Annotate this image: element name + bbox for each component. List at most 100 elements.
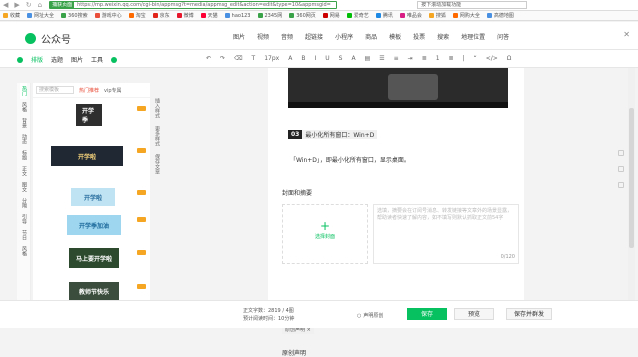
template-card[interactable]: 开学啦 <box>51 146 123 166</box>
tab-tools[interactable]: 工具 <box>91 55 103 64</box>
reload-icon[interactable]: ↻ <box>23 0 35 11</box>
template-card[interactable]: 开学啦 <box>71 188 115 206</box>
format-tool-button[interactable]: S <box>339 55 343 62</box>
category-item[interactable]: 风格 <box>20 99 27 115</box>
bookmark-item[interactable]: 腾讯 <box>375 12 393 19</box>
category-item[interactable]: 风格 <box>20 243 27 259</box>
format-tool-button[interactable]: Ω <box>507 55 512 62</box>
bookmark-item[interactable]: 高德地图 <box>486 12 514 19</box>
bookmark-item[interactable]: 收藏 <box>3 12 20 19</box>
format-tool-button[interactable]: ↶ <box>206 55 211 62</box>
category-item[interactable]: 引导 <box>20 211 27 227</box>
insert-menu-item[interactable]: 商品 <box>365 32 377 41</box>
save-button[interactable]: 保存 <box>407 308 447 320</box>
insert-menu-item[interactable]: 问答 <box>497 32 509 41</box>
editor-area[interactable]: 03 最小化所有窗口：Win+D 「Win+D」，即最小化所有窗口，显示桌面。 … <box>268 68 524 357</box>
bookmark-item[interactable]: 唯品会 <box>399 12 422 19</box>
bookmark-item[interactable]: 2345网 <box>257 12 282 19</box>
format-tool-button[interactable]: B <box>301 55 305 62</box>
format-tool-button[interactable]: ≣ <box>449 55 454 62</box>
address-bar[interactable]: 捕获页面 https://mp.weixin.qq.com/cgi-bin/ap… <box>49 1 338 9</box>
format-tool-button[interactable]: A <box>351 55 355 62</box>
back-icon[interactable]: ◀ <box>0 0 11 11</box>
format-tool-button[interactable]: ☰ <box>379 55 384 62</box>
category-item[interactable]: 热门 <box>20 83 27 99</box>
bookmark-item[interactable]: 游戏中心 <box>94 12 122 19</box>
insert-menu-item[interactable]: 模板 <box>389 32 401 41</box>
bookmark-item[interactable]: hao123 <box>224 13 251 19</box>
format-tool-button[interactable]: 1 <box>436 55 440 62</box>
category-item[interactable]: 动态 <box>20 131 27 147</box>
format-tool-button[interactable]: ▤ <box>365 55 371 62</box>
forward-icon[interactable]: ▶ <box>11 0 22 11</box>
format-tool-button[interactable]: ≡ <box>394 55 399 62</box>
category-item[interactable]: 正文 <box>20 163 27 179</box>
template-card[interactable]: 开学季 <box>76 104 102 126</box>
bookmark-item[interactable]: 360搜索 <box>61 12 88 19</box>
category-item[interactable]: 标题 <box>20 147 27 163</box>
bookmark-item[interactable]: 微博 <box>176 12 194 19</box>
toggle-icon[interactable] <box>17 56 23 63</box>
category-item[interactable]: 背景 <box>20 115 27 131</box>
insert-menu-item[interactable]: 图片 <box>233 32 245 41</box>
toolbar-left: 排版 选题 图片 工具 <box>17 55 118 64</box>
logo[interactable]: 公众号 <box>25 31 71 46</box>
template-card[interactable]: 教师节快乐 <box>69 282 119 300</box>
abstract-input[interactable]: 选填，摘要会在订阅号消息、转发链接等文章外的场景显露，帮助读者快速了解内容，如不… <box>373 204 519 264</box>
format-tool-button[interactable]: T <box>252 55 256 62</box>
side-icon[interactable] <box>618 166 624 172</box>
insert-menu-item[interactable]: 小程序 <box>335 32 353 41</box>
save-and-publish-button[interactable]: 保存并群发 <box>506 308 552 320</box>
style-tool-item[interactable]: 更多样式 <box>154 126 160 146</box>
template-card[interactable]: 马上要开学啦 <box>69 248 119 268</box>
tab-layout[interactable]: 排版 <box>31 55 43 64</box>
bookmark-item[interactable]: 京东 <box>152 12 170 19</box>
format-tool-button[interactable]: | <box>463 55 465 62</box>
format-tool-button[interactable]: “ <box>474 55 477 62</box>
insert-menu-item[interactable]: 地理位置 <box>461 32 485 41</box>
bookmark-item[interactable]: 淘宝 <box>128 12 146 19</box>
format-tool-button[interactable]: </> <box>486 55 498 62</box>
insert-menu-item[interactable]: 搜索 <box>437 32 449 41</box>
format-tool-button[interactable]: ↷ <box>220 55 225 62</box>
insert-menu-item[interactable]: 音频 <box>281 32 293 41</box>
insert-menu-item[interactable]: 投票 <box>413 32 425 41</box>
hot-filter[interactable]: 热门推荐 <box>79 87 99 94</box>
tab-topics[interactable]: 选题 <box>51 55 63 64</box>
format-tool-button[interactable]: U <box>325 55 329 62</box>
style-tool-item[interactable]: 保存文章 <box>154 154 160 174</box>
side-icon[interactable] <box>618 150 624 156</box>
insert-menu-item[interactable]: 超链接 <box>305 32 323 41</box>
format-tool-button[interactable]: ⇥ <box>408 55 413 62</box>
side-icon[interactable] <box>618 182 624 188</box>
tab-images[interactable]: 图片 <box>71 55 83 64</box>
bookmark-item[interactable]: 网址大全 <box>27 12 54 19</box>
format-tool-button[interactable]: A <box>288 55 292 62</box>
bookmark-item[interactable]: 爱奇艺 <box>346 12 369 19</box>
bookmark-item[interactable]: 网购大全 <box>452 12 480 19</box>
browser-search-input[interactable]: 按下滚动加载功能 <box>417 1 528 9</box>
bookmark-item[interactable]: 网易 <box>322 12 340 19</box>
style-tool-item[interactable]: 插入样式 <box>154 98 160 118</box>
format-tool-button[interactable]: I <box>314 55 316 62</box>
scrollbar[interactable] <box>628 68 635 300</box>
template-search-input[interactable]: 搜索模板 <box>36 86 74 94</box>
scrollbar-thumb[interactable] <box>629 108 634 248</box>
format-tool-button[interactable]: ≣ <box>422 55 427 62</box>
bookmark-item[interactable]: 天猫 <box>200 12 218 19</box>
original-declaration[interactable]: ○ 声明原创 <box>357 312 383 320</box>
cover-upload[interactable]: + 选择封面 <box>282 204 368 264</box>
format-tool-button[interactable]: 17px <box>264 55 279 62</box>
format-tool-button[interactable]: ⌫ <box>234 55 242 62</box>
template-card[interactable]: 开学季加油 <box>67 215 121 235</box>
vip-filter[interactable]: vip专属 <box>104 87 122 94</box>
insert-menu-item[interactable]: 视频 <box>257 32 269 41</box>
home-icon[interactable]: ⌂ <box>35 0 45 11</box>
category-item[interactable]: 分隔 <box>20 195 27 211</box>
close-icon[interactable]: ✕ <box>623 30 630 39</box>
bookmark-item[interactable]: 搜狐 <box>428 12 446 19</box>
bookmark-item[interactable]: 360网页 <box>289 12 316 19</box>
category-item[interactable]: 图文 <box>20 179 27 195</box>
category-item[interactable]: 节日 <box>20 227 27 243</box>
preview-button[interactable]: 预览 <box>454 308 494 320</box>
